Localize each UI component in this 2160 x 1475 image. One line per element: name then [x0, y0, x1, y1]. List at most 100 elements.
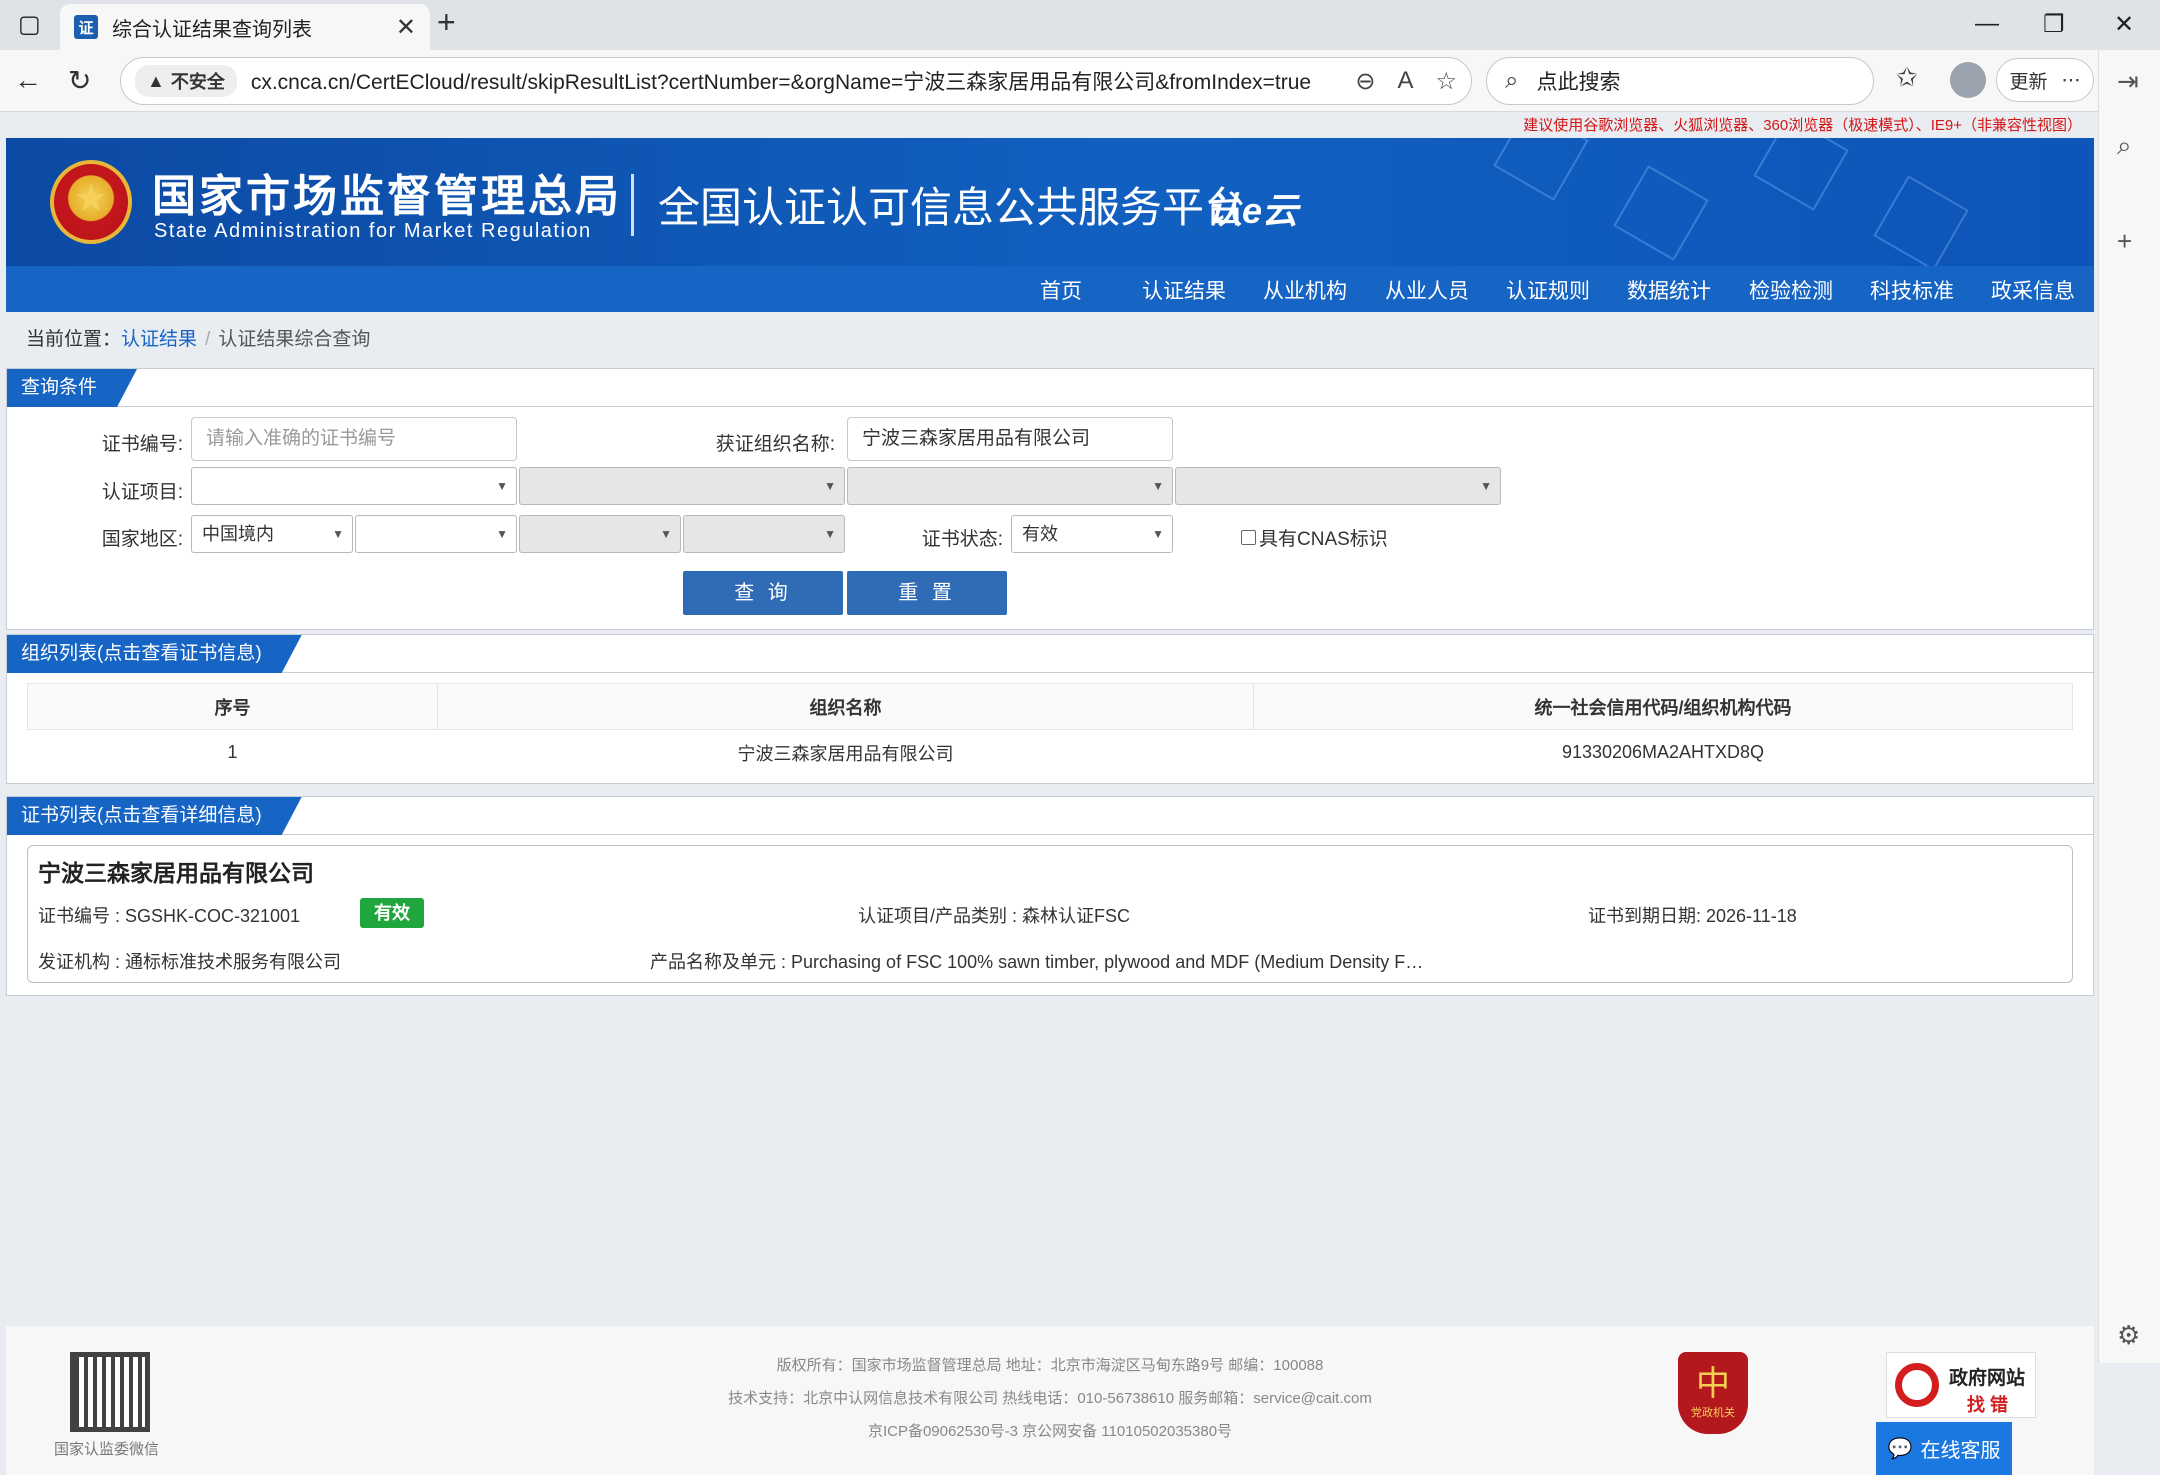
security-indicator[interactable]: ▲ 不安全 [135, 65, 237, 97]
region-select-4[interactable]: ▼ [683, 515, 845, 553]
profile-avatar[interactable] [1950, 62, 1986, 98]
cnas-checkbox[interactable]: 具有CNAS标识 [1241, 524, 1388, 551]
nav-procurement[interactable]: 政采信息 [1991, 275, 2075, 305]
gov-site-error-report[interactable]: 政府网站 找 错 [1886, 1352, 2036, 1418]
col-credit-code: 统一社会信用代码/组织机构代码 [1253, 683, 2073, 730]
nav-statistics[interactable]: 数据统计 [1627, 275, 1711, 305]
project-select-1[interactable]: ▼ [191, 467, 517, 505]
search-icon: ⌕ [1505, 67, 1519, 94]
settings-gear-icon[interactable]: ⚙ [2117, 1320, 2140, 1351]
sidebar-add-icon[interactable]: + [2117, 226, 2132, 257]
search-placeholder: 点此搜索 [1536, 71, 1621, 94]
org-name-input[interactable]: 宁波三森家居用品有限公司 [847, 417, 1173, 461]
breadcrumb-current: 认证结果综合查询 [218, 329, 371, 350]
org-list-title: 组织列表(点击查看证书信息) [7, 635, 302, 673]
sidebar-search-icon[interactable]: ⌕ [2117, 130, 2132, 162]
cert-number: 证书编号 : SGSHK-COC-321001 [38, 906, 301, 926]
cert-org-name: 宁波三森家居用品有限公司 [38, 860, 314, 886]
magnifier-icon [1895, 1363, 1939, 1407]
region-select-1[interactable]: 中国境内 ▼ [191, 515, 353, 553]
nav-inspection[interactable]: 检验检测 [1749, 275, 1833, 305]
cert-list-panel: 证书列表(点击查看详细信息) 宁波三森家居用品有限公司 证书编号 : SGSHK… [6, 796, 2094, 996]
col-index: 序号 [27, 683, 438, 730]
cert-no-input[interactable]: 请输入准确的证书编号 [191, 417, 517, 461]
tab-title: 综合认证结果查询列表 [112, 18, 312, 41]
browser-tabbar: ▢ 证 综合认证结果查询列表 ✕ + — ❐ ✕ [0, 0, 2160, 50]
new-tab-icon[interactable]: + [437, 4, 456, 41]
gov-line2: 找 错 [1967, 1395, 2009, 1415]
region-select-2[interactable]: ▼ [355, 515, 517, 553]
reset-button[interactable]: 重 置 [847, 571, 1007, 615]
sidebar-panel-icon[interactable]: ⇥ [2117, 66, 2139, 97]
nav-cert-results[interactable]: 认证结果 [1142, 275, 1226, 305]
footer-line-3: 京ICP备09062530号-3 京公网安备 11010502035380号 [867, 1423, 1233, 1440]
org-list-panel: 组织列表(点击查看证书信息) 序号 组织名称 统一社会信用代码/组织机构代码 1… [6, 634, 2094, 784]
nav-home[interactable]: 首页 [1040, 275, 1082, 305]
chevron-down-icon: ▼ [1152, 527, 1164, 541]
browser-search-box[interactable]: ⌕ 点此搜索 [1486, 57, 1874, 105]
chat-bubble-icon: 💬 [1887, 1438, 1913, 1460]
footer-line-2: 技术支持：北京中认网信息技术有限公司 热线电话：010-56738610 服务邮… [728, 1390, 1372, 1407]
project-select-4[interactable]: ▼ [1175, 467, 1501, 505]
refresh-icon[interactable]: ↻ [68, 64, 91, 97]
sidebar-toggle-icon[interactable]: ▢ [18, 10, 41, 39]
footer-line-1: 版权所有：国家市场监督管理总局 地址：北京市海淀区马甸东路9号 邮编：10008… [776, 1357, 1324, 1374]
chevron-down-icon: ▼ [824, 527, 836, 541]
row-credit-code: 91330206MA2AHTXD8Q [1561, 742, 1765, 763]
minimize-icon[interactable]: — [1975, 10, 1999, 38]
read-aloud-icon[interactable]: A [1397, 67, 1413, 95]
decor-hex [1753, 138, 1849, 211]
edge-sidebar: ⇥ ⌕ + ⚙ [2098, 50, 2160, 1363]
status-badge: 有效 [360, 898, 424, 928]
cnas-label: 具有CNAS标识 [1259, 529, 1388, 550]
restore-icon[interactable]: ❐ [2043, 10, 2065, 39]
breadcrumb-link[interactable]: 认证结果 [121, 329, 197, 350]
breadcrumb-prefix: 当前位置： [26, 329, 122, 350]
favicon-icon: 证 [74, 15, 98, 39]
favorites-icon[interactable]: ✩ [1896, 62, 1918, 93]
nav-standards[interactable]: 科技标准 [1870, 275, 1954, 305]
decor-hex [1873, 175, 1969, 266]
update-button[interactable]: 更新 ⋯ [1996, 58, 2094, 102]
query-panel-title: 查询条件 [7, 369, 137, 407]
query-panel: 查询条件 证书编号: 请输入准确的证书编号 获证组织名称: 宁波三森家居用品有限… [6, 368, 2094, 630]
browser-tab[interactable]: 证 综合认证结果查询列表 ✕ [60, 4, 430, 50]
close-tab-icon[interactable]: ✕ [396, 13, 416, 42]
cert-no-label: 证书编号: [101, 434, 183, 455]
close-window-icon[interactable]: ✕ [2114, 10, 2134, 39]
url-text[interactable]: cx.cnca.cn/CertECloud/result/skipResultL… [251, 66, 1334, 96]
org-name-cn: 国家市场监督管理总局 [152, 171, 622, 222]
online-service-label: 在线客服 [1920, 1440, 2001, 1462]
checkbox[interactable] [1241, 530, 1256, 545]
decor-hex [1613, 165, 1709, 261]
back-icon[interactable]: ← [14, 64, 42, 96]
nav-personnel[interactable]: 从业人员 [1385, 275, 1469, 305]
online-service-button[interactable]: 💬 在线客服 [1876, 1422, 2012, 1475]
col-org-name: 组织名称 [437, 683, 1254, 730]
status-select[interactable]: 有效 ▼ [1011, 515, 1173, 553]
search-button[interactable]: 查 询 [683, 571, 843, 615]
project-select-3[interactable]: ▼ [847, 467, 1173, 505]
org-table: 序号 组织名称 统一社会信用代码/组织机构代码 1 宁波三森家居用品有限公司 9… [27, 683, 2073, 776]
cert-product: 产品名称及单元 : Purchasing of FSC 100% sawn ti… [650, 952, 1424, 972]
chevron-down-icon: ▼ [1480, 479, 1492, 493]
org-name-en: State Administration for Market Regulati… [154, 220, 592, 242]
project-select-2[interactable]: ▼ [519, 467, 845, 505]
chevron-down-icon: ▼ [660, 527, 672, 541]
nav-rules[interactable]: 认证规则 [1506, 275, 1590, 305]
more-icon[interactable]: ⋯ [2062, 69, 2081, 92]
region-select-3[interactable]: ▼ [519, 515, 681, 553]
national-emblem-icon: ★ [50, 160, 132, 244]
zoom-icon[interactable]: ⊖ [1355, 67, 1375, 96]
favorite-star-icon[interactable]: ☆ [1435, 67, 1457, 96]
nav-institutions[interactable]: 从业机构 [1263, 275, 1347, 305]
chevron-down-icon: ▼ [496, 479, 508, 493]
cert-expiry: 证书到期日期: 2026-11-18 [1588, 906, 1797, 926]
org-name-label: 获证组织名称: [715, 434, 835, 455]
url-bar[interactable]: ▲ 不安全 cx.cnca.cn/CertECloud/result/skipRe… [120, 57, 1472, 105]
table-row[interactable]: 1 宁波三森家居用品有限公司 91330206MA2AHTXD8Q [28, 730, 2073, 776]
cert-card[interactable]: 宁波三森家居用品有限公司 证书编号 : SGSHK-COC-321001 有效 … [27, 845, 2073, 983]
party-government-badge-icon[interactable]: 中 [1678, 1352, 1748, 1434]
row-org-name[interactable]: 宁波三森家居用品有限公司 [438, 730, 1254, 776]
qr-caption: 国家认监委微信 [54, 1441, 160, 1458]
